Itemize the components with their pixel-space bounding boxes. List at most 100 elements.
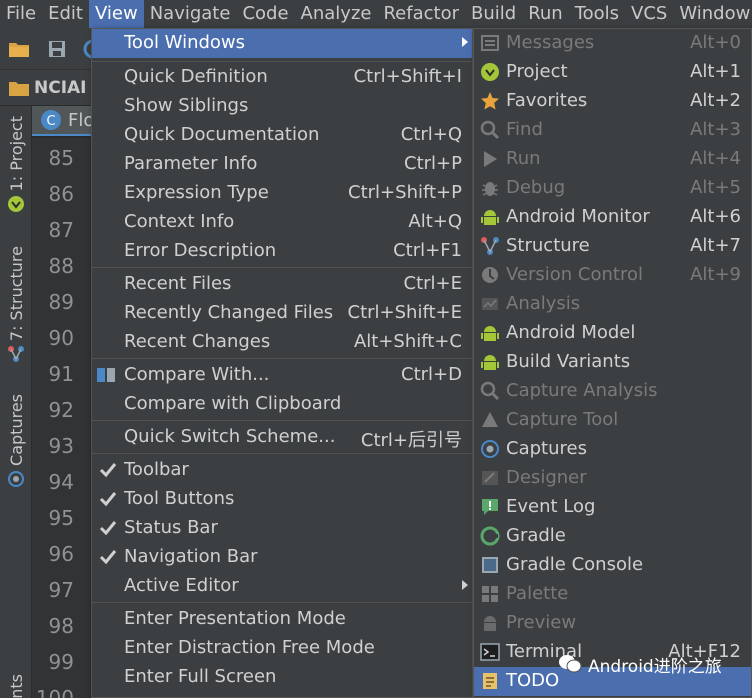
class-icon: C [41,110,61,130]
menu-item-error-description[interactable]: Error Description Ctrl+F1 [92,237,472,266]
gradle-console-icon [482,557,498,573]
menu-item-full-screen[interactable]: Enter Full Screen [92,663,472,692]
structure-tool-tab[interactable]: 7: Structure [4,246,28,363]
tool-window-run[interactable]: Run Alt+4 [474,145,751,174]
todo-icon [483,673,497,689]
menu-vcs[interactable]: VCS [625,0,673,28]
menu-code[interactable]: Code [236,0,294,28]
tool-window-designer[interactable]: Designer [474,464,751,493]
breadcrumb[interactable]: NCIAI [8,76,87,100]
menu-item-label: Toolbar [124,459,189,480]
menu-file[interactable]: File [0,0,42,28]
menu-item-recent-changes[interactable]: Recent Changes Alt+Shift+C [92,328,472,357]
save-button[interactable] [44,36,70,62]
menu-tools[interactable]: Tools [569,0,625,28]
menu-item-expression-type[interactable]: Expression Type Ctrl+Shift+P [92,179,472,208]
menu-item-label: Tool Buttons [124,488,235,509]
bottom-tab-label: nts [6,674,26,698]
menu-build[interactable]: Build [465,0,522,28]
checkmark-icon [99,550,117,565]
menu-item-navigation-bar[interactable]: Navigation Bar [92,543,472,572]
tool-window-version-control[interactable]: Version Control Alt+9 [474,261,751,290]
menu-item-label: Gradle Console [506,554,644,575]
structure-icon [481,237,499,255]
menu-analyze[interactable]: Analyze [295,0,378,28]
menu-item-label: Navigation Bar [124,546,258,567]
menu-item-status-bar[interactable]: Status Bar [92,514,472,543]
open-folder-button[interactable] [6,36,32,62]
tool-window-structure[interactable]: Structure Alt+7 [474,232,751,261]
menu-item-label: Parameter Info [124,153,258,174]
line-number: 99 [48,650,74,674]
designer-icon [482,471,498,485]
debug-icon [482,182,498,196]
tool-window-capture-tool[interactable]: Capture Tool [474,406,751,435]
tool-window-favorites[interactable]: Favorites Alt+2 [474,87,751,116]
menu-item-tool-windows[interactable]: Tool Windows [92,29,472,58]
menu-item-label: Recently Changed Files [124,302,334,323]
menu-item-recently-changed-files[interactable]: Recently Changed Files Ctrl+Shift+E [92,299,472,328]
menu-item-distraction-free-mode[interactable]: Enter Distraction Free Mode [92,634,472,663]
menu-item-tool-buttons[interactable]: Tool Buttons [92,485,472,514]
android-icon [481,210,499,225]
capture-tool-icon [482,412,498,427]
project-folder-icon [9,82,29,96]
tool-window-debug[interactable]: Debug Alt+5 [474,174,751,203]
structure-tab-label: 7: Structure [6,246,26,342]
tool-windows-submenu: Messages Alt+0 Project Alt+1 Favorites A… [473,28,752,698]
menu-item-label: Find [506,119,543,140]
watermark: Android进阶之旅 [558,650,722,678]
menu-separator [92,453,472,454]
view-menu: Tool Windows Quick Definition Ctrl+Shift… [91,28,473,698]
menu-item-quick-switch-scheme[interactable]: Quick Switch Scheme... Ctrl+后引号 [92,423,472,452]
menu-run[interactable]: Run [522,0,569,28]
version-control-icon [482,267,498,283]
tool-window-capture-analysis[interactable]: Capture Analysis [474,377,751,406]
menu-item-compare-with[interactable]: Compare With... Ctrl+D [92,361,472,390]
submenu-arrow-icon [462,580,468,590]
compare-icon [97,368,115,382]
menu-item-presentation-mode[interactable]: Enter Presentation Mode [92,605,472,634]
menu-item-context-info[interactable]: Context Info Alt+Q [92,208,472,237]
menu-window[interactable]: Window [673,0,752,28]
bottom-tool-tab[interactable]: nts [4,674,28,698]
menu-item-shortcut: Alt+4 [690,148,741,169]
tool-window-find[interactable]: Find Alt+3 [474,116,751,145]
left-tool-strip: 1: Project 7: Structure Captures nts [0,106,32,698]
menu-item-show-siblings[interactable]: Show Siblings [92,92,472,121]
tool-window-android-model[interactable]: Android Model [474,319,751,348]
line-number: 93 [48,434,74,458]
menu-item-label: Designer [506,467,587,488]
tool-window-project[interactable]: Project Alt+1 [474,58,751,87]
tool-window-palette[interactable]: Palette [474,580,751,609]
tool-window-captures[interactable]: Captures [474,435,751,464]
tool-window-build-variants[interactable]: Build Variants [474,348,751,377]
watermark-text: Android进阶之旅 [588,656,722,677]
menu-item-quick-definition[interactable]: Quick Definition Ctrl+Shift+I [92,63,472,92]
menu-refactor[interactable]: Refactor [377,0,465,28]
menu-item-quick-documentation[interactable]: Quick Documentation Ctrl+Q [92,121,472,150]
menu-item-active-editor[interactable]: Active Editor [92,572,472,601]
tool-window-preview[interactable]: Preview [474,609,751,638]
menu-item-toolbar[interactable]: Toolbar [92,456,472,485]
menu-view[interactable]: View [88,0,144,28]
captures-tool-tab[interactable]: Captures [4,394,28,488]
line-number: 97 [48,578,74,602]
tool-window-gradle-console[interactable]: Gradle Console [474,551,751,580]
menu-item-shortcut: Alt+0 [690,32,741,53]
menu-navigate[interactable]: Navigate [144,0,237,28]
menu-item-parameter-info[interactable]: Parameter Info Ctrl+P [92,150,472,179]
breadcrumb-project[interactable]: NCIAI [34,78,87,98]
folder-icon [9,43,29,57]
tool-window-messages[interactable]: Messages Alt+0 [474,29,751,58]
menu-item-recent-files[interactable]: Recent Files Ctrl+E [92,270,472,299]
menu-edit[interactable]: Edit [42,0,89,28]
tool-window-android-monitor[interactable]: Android Monitor Alt+6 [474,203,751,232]
menu-item-compare-with-clipboard[interactable]: Compare with Clipboard [92,390,472,419]
project-tool-tab[interactable]: 1: Project [4,116,28,213]
run-icon [484,151,497,167]
tool-window-event-log[interactable]: Event Log [474,493,751,522]
tool-window-gradle[interactable]: Gradle [474,522,751,551]
tool-window-analysis[interactable]: Analysis [474,290,751,319]
checkmark-icon [99,521,117,536]
